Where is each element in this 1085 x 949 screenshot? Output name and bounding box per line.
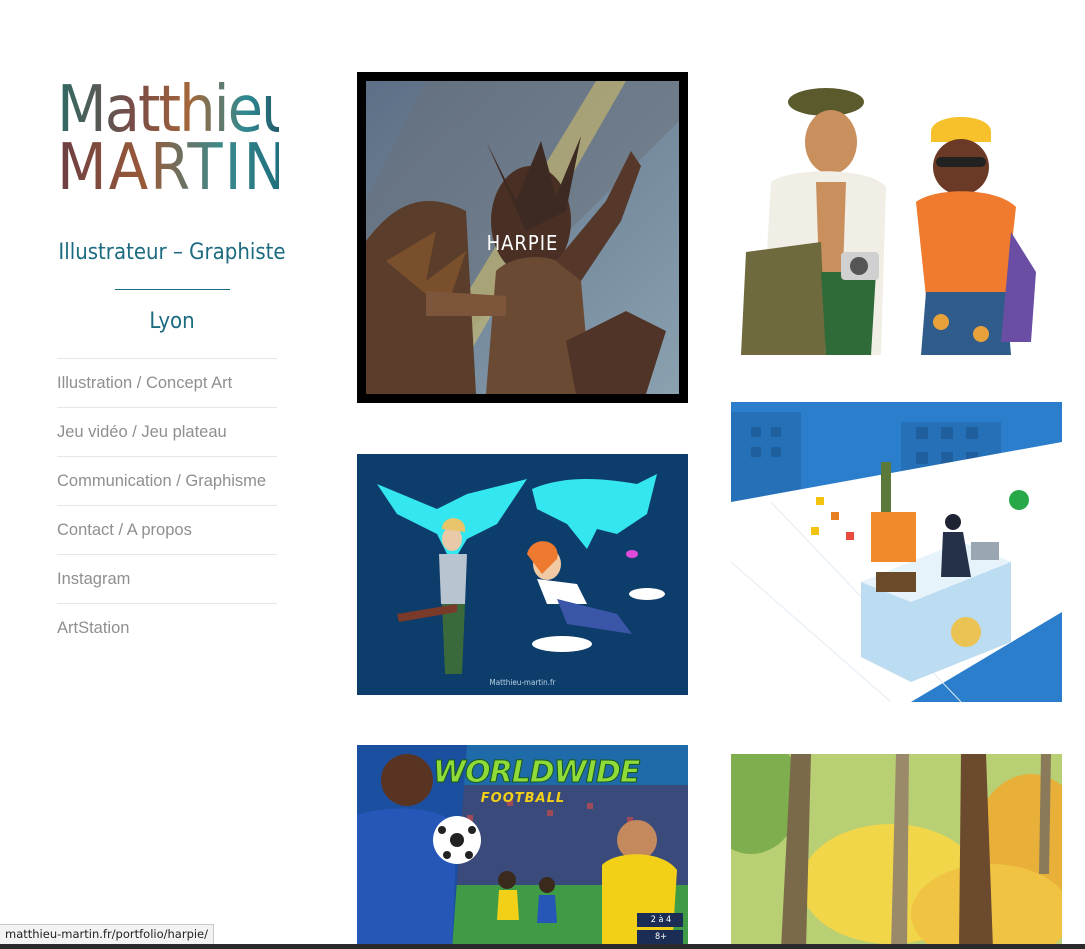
main-nav: Illustration / Concept Art Jeu vidéo / J…: [57, 358, 277, 652]
window-bottom-edge: [0, 944, 1085, 949]
football-title-1: WORLDWIDE: [433, 755, 641, 791]
football-badge-players: 2 à 4: [650, 915, 672, 925]
portfolio-tile-office[interactable]: [731, 402, 1062, 702]
nav-item-instagram[interactable]: Instagram: [57, 554, 277, 603]
forest-artwork: [731, 754, 1062, 949]
nav-item-artstation[interactable]: ArtStation: [57, 603, 277, 652]
portfolio-tile-travelers[interactable]: [731, 72, 1062, 355]
harpie-artwork: HARPIE: [366, 81, 679, 394]
logo-last-name: MARTIN: [57, 131, 289, 205]
nav-item-communication[interactable]: Communication / Graphisme: [57, 456, 277, 505]
portfolio-tile-forest[interactable]: [731, 754, 1062, 949]
site-city: Lyon: [149, 309, 195, 334]
nav-item-illustration[interactable]: Illustration / Concept Art: [57, 358, 277, 407]
dragons-artwork: [357, 454, 688, 695]
site-tagline: Illustrateur – Graphiste: [58, 240, 286, 265]
portfolio-tile-dragons[interactable]: Matthieu-martin.fr: [357, 454, 688, 695]
nav-item-jeu-video[interactable]: Jeu vidéo / Jeu plateau: [57, 407, 277, 456]
dragons-watermark: Matthieu-martin.fr: [489, 678, 556, 687]
office-artwork: [731, 402, 1062, 702]
travelers-artwork: [731, 72, 1062, 355]
portfolio-tile-football[interactable]: WORLDWIDE FOOTBALL 2 à 4 8+: [357, 745, 688, 949]
tagline-divider: [115, 289, 230, 290]
portfolio-tile-harpie[interactable]: HARPIE: [357, 72, 688, 403]
football-badge-age: 8+: [655, 932, 667, 942]
site-logo[interactable]: Matthieu MARTIN: [57, 78, 298, 205]
nav-item-contact[interactable]: Contact / A propos: [57, 505, 277, 554]
status-bar-url: matthieu-martin.fr/portfolio/harpie/: [0, 924, 215, 945]
football-title-2: FOOTBALL: [480, 791, 566, 806]
tile-caption: HARPIE: [486, 231, 559, 255]
